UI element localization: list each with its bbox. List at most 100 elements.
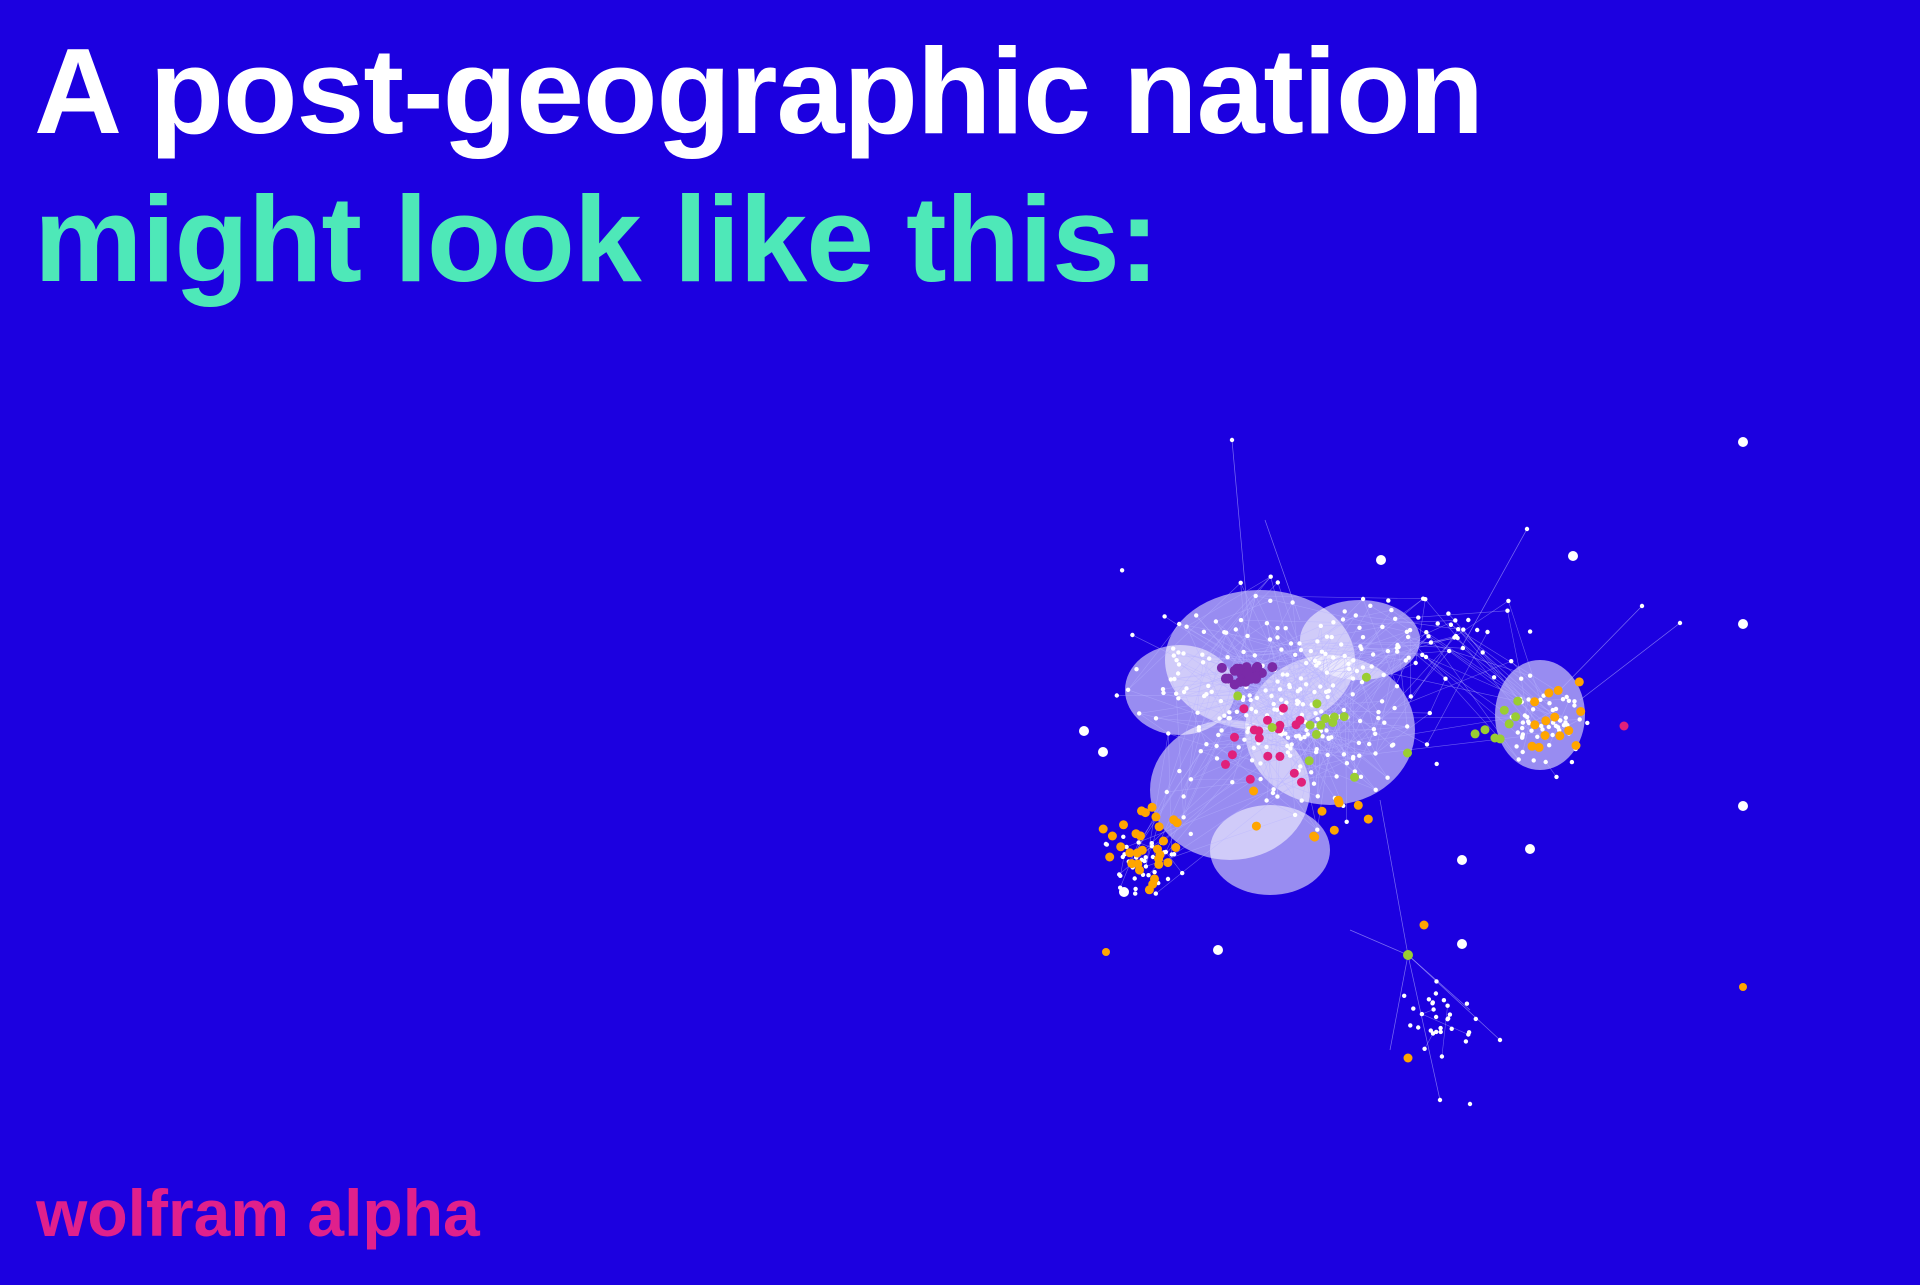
graph-node <box>1413 660 1418 666</box>
graph-node <box>1149 841 1155 846</box>
graph-node <box>1389 607 1394 613</box>
graph-node <box>1422 1046 1427 1052</box>
graph-node <box>1434 1029 1439 1035</box>
graph-node <box>1385 648 1391 654</box>
graph-edge <box>1448 613 1534 710</box>
graph-node <box>1356 740 1362 746</box>
graph-node <box>1289 768 1299 778</box>
graph-node <box>1283 626 1288 631</box>
graph-node <box>1379 699 1385 704</box>
graph-node <box>1480 725 1490 735</box>
graph-node <box>1371 727 1377 732</box>
graph-node <box>1453 618 1458 623</box>
graph-node <box>1313 749 1319 755</box>
graph-node <box>1202 693 1207 699</box>
graph-node <box>1530 720 1540 730</box>
brand-logo-text: wolfram alpha <box>36 1176 480 1250</box>
graph-node <box>1396 644 1401 650</box>
graph-node <box>1098 824 1108 834</box>
graph-node <box>1275 580 1281 585</box>
graph-node <box>1268 574 1273 579</box>
graph-node <box>1520 734 1525 739</box>
graph-edge <box>1407 954 1471 1011</box>
graph-node <box>1275 751 1285 761</box>
graph-node <box>1315 827 1320 832</box>
graph-node <box>1424 630 1429 635</box>
graph-node <box>1520 725 1525 731</box>
graph-node <box>1275 625 1280 631</box>
graph-node <box>1555 725 1561 730</box>
graph-node <box>1198 749 1204 754</box>
graph-node <box>1315 639 1320 644</box>
graph-node <box>1331 620 1336 625</box>
graph-node <box>1098 747 1108 757</box>
graph-node <box>1445 1017 1450 1022</box>
graph-node <box>1376 715 1381 721</box>
graph-node <box>1214 756 1220 761</box>
graph-node <box>1506 598 1511 604</box>
graph-node <box>1268 598 1273 603</box>
graph-node <box>1271 787 1276 792</box>
graph-node <box>1319 649 1325 654</box>
graph-node <box>1527 673 1533 678</box>
graph-node <box>1227 750 1237 760</box>
graph-node <box>1153 716 1159 721</box>
graph-node <box>1125 848 1135 858</box>
graph-node <box>1254 726 1264 736</box>
graph-node <box>1340 617 1346 622</box>
graph-node <box>1738 437 1748 447</box>
cluster-glow <box>1210 805 1330 895</box>
graph-node <box>1434 761 1439 767</box>
graph-node <box>1441 998 1447 1003</box>
graph-node <box>1201 629 1207 634</box>
graph-node <box>1176 662 1182 667</box>
graph-node <box>1216 662 1227 673</box>
graph-node <box>1153 891 1159 896</box>
graph-node <box>1298 676 1304 681</box>
graph-node <box>1395 649 1400 654</box>
graph-node <box>1448 622 1454 627</box>
graph-node <box>1188 831 1194 837</box>
graph-node <box>1547 701 1552 706</box>
graph-node <box>1325 694 1330 700</box>
graph-node <box>1408 694 1414 699</box>
graph-node <box>1136 840 1141 845</box>
graph-node <box>1428 640 1434 645</box>
graph-node <box>1303 682 1309 687</box>
graph-node <box>1311 729 1321 739</box>
graph-node <box>1550 712 1560 722</box>
graph-node <box>1184 686 1189 691</box>
graph-node <box>1324 634 1330 639</box>
graph-node <box>1270 790 1276 796</box>
graph-node <box>1571 741 1581 750</box>
graph-node <box>1120 854 1126 860</box>
graph-node <box>1204 742 1209 747</box>
graph-node <box>1297 777 1306 787</box>
graph-node <box>1370 652 1376 657</box>
graph-node <box>1470 729 1480 739</box>
graph-node <box>1280 672 1286 677</box>
graph-node <box>1166 731 1171 736</box>
graph-node <box>1526 697 1531 702</box>
graph-node <box>1214 743 1219 749</box>
graph-node <box>1509 659 1514 664</box>
graph-node <box>1341 752 1347 757</box>
graph-node <box>1174 691 1179 696</box>
graph-edge <box>1559 605 1643 691</box>
graph-node <box>1530 707 1536 712</box>
graph-node <box>1251 745 1257 751</box>
graph-node <box>1180 870 1185 876</box>
graph-node <box>1162 614 1167 619</box>
graph-node <box>1529 728 1534 733</box>
graph-node <box>1520 749 1525 755</box>
graph-node <box>1251 821 1261 831</box>
graph-node <box>1403 748 1412 758</box>
graph-node <box>1312 689 1317 695</box>
graph-node <box>1382 720 1387 725</box>
graph-node <box>1619 721 1629 731</box>
graph-node <box>1222 630 1227 635</box>
graph-node <box>1314 663 1319 668</box>
graph-node <box>1452 635 1457 640</box>
graph-node <box>1249 706 1254 712</box>
graph-node <box>1357 718 1363 724</box>
